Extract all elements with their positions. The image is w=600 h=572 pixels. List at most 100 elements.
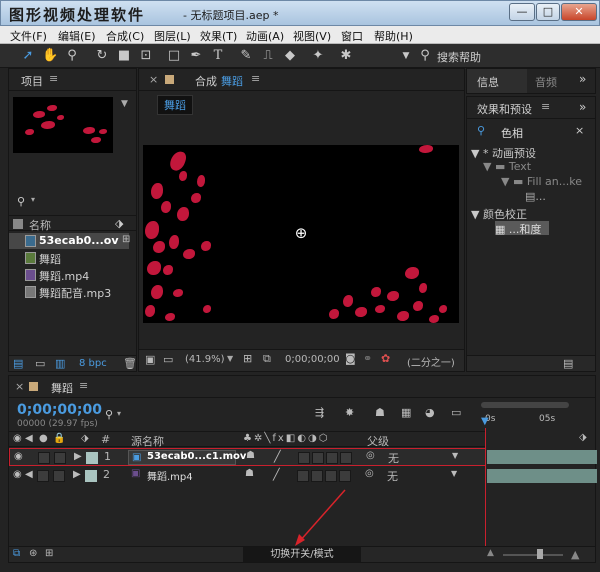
toggle-switches-modes[interactable]: 切换开关/模式 — [243, 547, 361, 562]
current-time[interactable]: 0;00;00;00 — [285, 354, 340, 365]
layer-label-color[interactable] — [85, 470, 97, 482]
frame-blending-icon[interactable]: ▦ — [401, 406, 411, 419]
tree-item-fill[interactable]: ▼ ▬ Fill an...ke — [501, 175, 582, 188]
clear-search-icon[interactable]: × — [575, 124, 584, 137]
menu-file[interactable]: 文件(F) — [10, 28, 47, 44]
rectangle-tool-icon[interactable]: □ — [166, 48, 182, 64]
work-area-bar[interactable] — [481, 402, 569, 408]
parent-dropdown[interactable]: 无 — [388, 450, 399, 466]
new-folder-icon[interactable]: ▭ — [35, 357, 45, 370]
minimize-button[interactable]: — — [509, 3, 535, 21]
audio-visibility-icon[interactable]: ◀ — [25, 469, 33, 480]
flowchart-icon[interactable]: ⊞ — [122, 234, 130, 245]
panel-menu-icon[interactable]: ≡ — [49, 72, 58, 85]
zoom-level[interactable]: (41.9%) — [185, 354, 225, 365]
selection-tool-icon[interactable]: ➚ — [20, 48, 36, 64]
audio-tab[interactable]: 音频 — [535, 74, 557, 90]
puppet-tool-icon[interactable]: ✱ — [338, 48, 354, 64]
zoom-in-icon[interactable]: ▲ — [571, 548, 579, 561]
project-item[interactable]: 53ecab0...ov — [9, 233, 129, 249]
tree-item-text[interactable]: ▼ ▬ Text — [483, 160, 531, 173]
quality-switch-icon[interactable]: ╱ — [274, 450, 281, 463]
effect-switch[interactable] — [297, 470, 309, 482]
video-visibility-icon[interactable]: ◉ — [14, 451, 23, 462]
info-tab[interactable]: 信息 — [477, 74, 499, 90]
source-name-header[interactable]: 源名称 — [131, 433, 164, 449]
draft-3d-icon[interactable]: ✸ — [345, 406, 354, 419]
thumbnail-dropdown-icon[interactable]: ▼ — [121, 99, 128, 109]
layer-name-box[interactable]: ▣ 53ecab0...c1.mov — [128, 450, 246, 465]
time-ruler[interactable]: 0s 05s — [479, 402, 573, 430]
timeline-tab[interactable]: 舞蹈 — [51, 380, 73, 396]
layer-label-color[interactable] — [86, 452, 98, 464]
eraser-tool-icon[interactable]: ◆ — [282, 48, 298, 64]
tree-item-color-correction[interactable]: ▼ 颜色校正 — [471, 206, 527, 222]
menu-composition[interactable]: 合成(C) — [106, 28, 144, 44]
lock-switch[interactable] — [54, 452, 66, 464]
video-visibility-icon[interactable]: ◉ — [13, 469, 22, 480]
parent-pickwhip-icon[interactable]: ◎ — [366, 450, 375, 461]
text-tool-icon[interactable]: T — [210, 48, 226, 64]
layer-row[interactable]: ◉ ▶ 1 ▣ 53ecab0...c1.mov ☗ ╱ ◎ 无 ▼ — [9, 448, 486, 466]
menu-edit[interactable]: 编辑(E) — [58, 28, 96, 44]
search-dropdown-icon[interactable]: ▾ — [31, 195, 35, 204]
composition-viewer[interactable]: ⊕ — [143, 145, 459, 323]
overflow-icon[interactable]: » — [579, 72, 586, 86]
interpret-footage-icon[interactable]: ▤ — [13, 357, 23, 370]
3d-layer-switch[interactable] — [340, 452, 352, 464]
expand-layer-icon[interactable]: ▶ — [74, 451, 82, 462]
expand-layer-icon[interactable]: ▶ — [73, 469, 81, 480]
menu-layer[interactable]: 图层(L) — [154, 28, 191, 44]
menu-effect[interactable]: 效果(T) — [200, 28, 237, 44]
project-search-icon[interactable]: ⚲ — [17, 195, 25, 208]
project-item[interactable]: 舞蹈 — [9, 250, 129, 266]
project-item[interactable]: 舞蹈配音.mp3 — [9, 284, 129, 300]
pan-behind-tool-icon[interactable]: ⊡ — [138, 48, 154, 64]
menu-animation[interactable]: 动画(A) — [246, 28, 284, 44]
new-composition-icon[interactable]: ▥ — [55, 357, 65, 370]
current-time-indicator[interactable] — [485, 428, 486, 546]
motion-blur-icon[interactable]: ◕ — [425, 406, 435, 419]
comp-button-icon[interactable]: ⬗ — [579, 432, 587, 443]
show-snapshot-icon[interactable]: ⚭ — [363, 352, 372, 365]
resolution-dropdown[interactable]: (二分之一) — [407, 354, 455, 369]
effects-search-input[interactable]: 色相 — [501, 125, 523, 141]
close-tab-icon[interactable]: × — [15, 380, 24, 393]
effects-search-icon[interactable]: ⚲ — [477, 124, 485, 137]
name-column-header[interactable]: 名称 — [29, 217, 51, 233]
menu-view[interactable]: 视图(V) — [293, 28, 331, 44]
clone-stamp-tool-icon[interactable]: ⎍ — [260, 48, 276, 64]
layer-duration-bar[interactable] — [487, 450, 597, 464]
timeline-timecode[interactable]: 0;00;00;00 — [17, 402, 102, 418]
camera-tool-icon[interactable]: ■ — [116, 48, 132, 64]
display-icon[interactable]: ▭ — [163, 353, 173, 366]
comp-navigator-chip[interactable]: 舞蹈 — [157, 95, 193, 115]
transfer-controls-icon[interactable]: ⊛ — [29, 548, 37, 559]
frame-blend-switch[interactable] — [312, 452, 324, 464]
search-icon[interactable]: ⚲ — [417, 48, 433, 64]
timeline-search-icon[interactable]: ⚲ — [105, 408, 113, 421]
parent-pickwhip-icon[interactable]: ◎ — [365, 468, 374, 479]
tree-item-animation-presets[interactable]: ▼ * 动画预设 — [471, 145, 536, 161]
snapshot-icon[interactable]: ◙ — [345, 352, 356, 365]
maximize-button[interactable]: □ — [536, 3, 560, 21]
zoom-tool-icon[interactable]: ⚲ — [64, 48, 80, 64]
toggle-transparency-icon[interactable]: ⧉ — [263, 352, 271, 366]
motion-blur-switch[interactable] — [326, 452, 338, 464]
zoom-dropdown-icon[interactable]: ▼ — [227, 354, 233, 363]
layer-switches-icon[interactable]: ⧉ — [13, 548, 20, 559]
tree-item-hue-saturation[interactable]: ▦ ...和度 — [495, 221, 549, 236]
graph-editor-icon[interactable]: ▭ — [451, 406, 461, 419]
always-preview-icon[interactable]: ▣ — [145, 353, 155, 366]
comp-mini-flowchart-icon[interactable]: ⇶ — [315, 406, 324, 419]
channel-icon[interactable]: ✿ — [381, 352, 390, 365]
parent-header[interactable]: 父级 — [367, 433, 389, 449]
in-out-icon[interactable]: ⊞ — [45, 548, 53, 559]
solo-switch[interactable] — [38, 452, 50, 464]
layer-duration-bar[interactable] — [487, 469, 597, 483]
zoom-out-icon[interactable]: ▲ — [487, 548, 494, 558]
quality-switch-icon[interactable]: ╱ — [273, 468, 280, 481]
new-preset-icon[interactable]: ▤ — [563, 357, 573, 370]
close-tab-icon[interactable]: × — [149, 73, 158, 86]
playhead-icon[interactable]: ▼ — [481, 416, 489, 427]
